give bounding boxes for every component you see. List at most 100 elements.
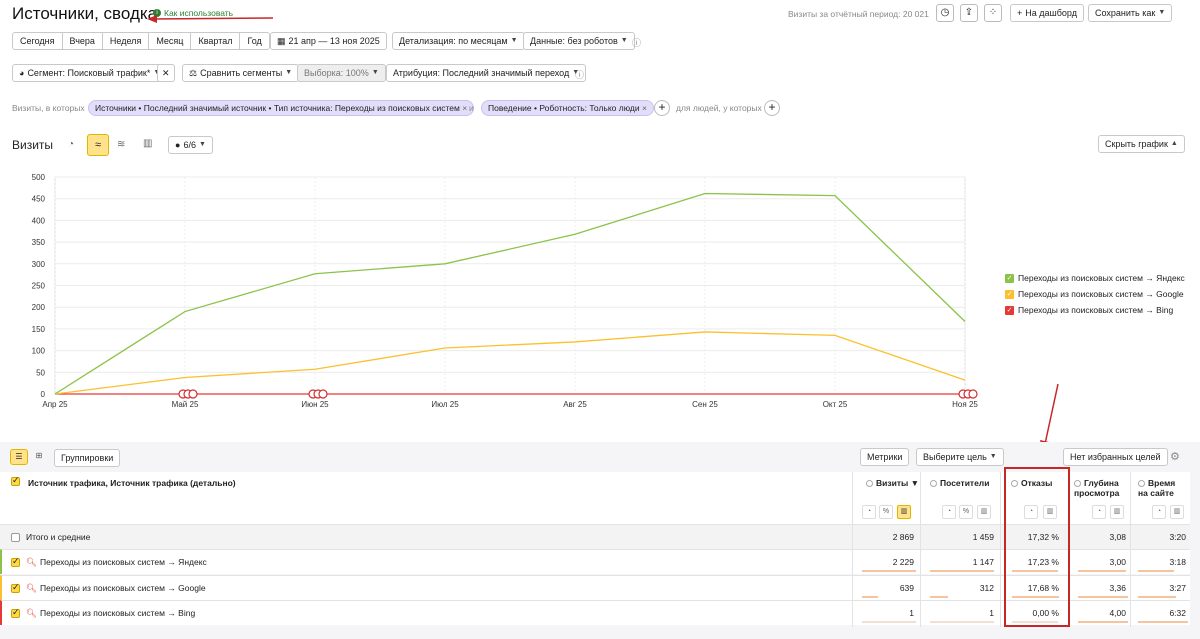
hide-chart-button[interactable]: Скрыть график ▲	[1098, 135, 1185, 153]
checkbox-icon: ✓	[1005, 289, 1014, 299]
col-visits-header[interactable]: Визиты ▼	[866, 478, 919, 488]
depth-bar	[1078, 596, 1128, 598]
favorite-goals-button[interactable]: Нет избранных целей	[1063, 448, 1168, 466]
chart-title: Визиты	[12, 138, 54, 152]
date-range-button[interactable]: ▦ 21 апр — 13 ноя 2025	[270, 32, 387, 50]
export-icon[interactable]: ⇪	[960, 4, 978, 22]
detail-select[interactable]: Детализация: по месяцам ▼	[392, 32, 525, 50]
y-tick-label: 50	[36, 368, 45, 377]
period-year[interactable]: Год	[240, 33, 268, 49]
save-as-button[interactable]: Сохранить как ▼	[1088, 4, 1173, 22]
legend-item-google[interactable]: ✓ Переходы из поисковых систем → Google	[1005, 289, 1184, 299]
chevron-down-icon: ▼	[371, 69, 379, 76]
col-time-header[interactable]: Время на сайте	[1138, 478, 1175, 498]
period-selector: Сегодня Вчера Неделя Месяц Квартал Год	[12, 32, 270, 50]
period-quarter[interactable]: Квартал	[191, 33, 241, 49]
visits-bar-icon[interactable]: ▥	[897, 505, 911, 519]
tree-view-icon[interactable]: ⊞	[30, 449, 48, 465]
dimension-header[interactable]: Источник трафика, Источник трафика (дета…	[28, 478, 236, 488]
chevron-down-icon: ▼	[989, 453, 997, 460]
column-divider	[1000, 472, 1001, 627]
cell-depth: 3,08	[1109, 532, 1126, 542]
add-people-filter-button[interactable]: +	[764, 100, 780, 116]
legend-item-yandex[interactable]: ✓ Переходы из поисковых систем → Яндекс	[1005, 273, 1185, 283]
search-icon: 🔍︎	[26, 583, 37, 593]
metrics-button[interactable]: Метрики	[860, 448, 910, 466]
annotation-marker-icon	[968, 389, 978, 399]
filter-tag-robots[interactable]: Поведение • Роботность: Только люди ×	[481, 100, 654, 116]
visits-period: Визиты за отчётный период: 20 021	[788, 9, 929, 19]
segment-select[interactable]: ◕Сегмент: Поисковый трафик*▼	[12, 64, 168, 82]
filter-and: и	[469, 103, 474, 113]
col-visitors-header[interactable]: Посетители	[930, 478, 989, 488]
row-checkbox[interactable]	[11, 556, 20, 567]
radio-icon	[1074, 480, 1081, 487]
row-checkbox[interactable]	[11, 582, 20, 593]
period-week[interactable]: Неделя	[103, 33, 150, 49]
period-month[interactable]: Месяц	[149, 33, 192, 49]
line-chart-icon[interactable]: ≈	[87, 134, 109, 156]
radio-icon	[866, 480, 873, 487]
add-to-dashboard-button[interactable]: + На дашборд	[1010, 4, 1084, 22]
gear-icon[interactable]: ⚙	[1170, 450, 1180, 463]
choose-goal-select[interactable]: Выберите цель ▼	[916, 448, 1004, 466]
clock-icon[interactable]: ◷	[936, 4, 954, 22]
row-label: Переходы из поисковых систем → Яндекс	[40, 557, 207, 567]
compare-icon: ⚖	[189, 68, 198, 78]
time-bar	[1138, 621, 1188, 623]
share-icon[interactable]: ⁘	[984, 4, 1002, 22]
legend-item-bing[interactable]: ✓ Переходы из поисковых систем → Bing	[1005, 305, 1173, 315]
close-icon[interactable]: ×	[642, 103, 647, 113]
close-icon[interactable]: ×	[462, 103, 467, 113]
highlight-box	[1004, 467, 1070, 627]
visitors-percent-icon[interactable]: %	[959, 505, 973, 519]
compare-segments-button[interactable]: ⚖ Сравнить сегменты ▼	[182, 64, 300, 82]
chevron-down-icon: ▼	[285, 69, 293, 76]
attribution-select[interactable]: Атрибуция: Последний значимый переход ▼	[386, 64, 587, 82]
cell-visitors: 1 459	[972, 532, 994, 542]
data-filter-select[interactable]: Данные: без роботов ▼	[523, 32, 635, 50]
area-chart-icon[interactable]: ≋	[117, 139, 125, 150]
visits-percent-icon[interactable]: %	[879, 505, 893, 519]
chevron-up-icon: ▲	[1170, 140, 1178, 147]
help-icon[interactable]: ⓘ	[632, 36, 641, 49]
segment-clear-button[interactable]: ✕	[157, 64, 175, 82]
select-all-checkbox[interactable]	[11, 475, 20, 486]
visitors-bar-icon[interactable]: ▥	[977, 505, 991, 519]
x-tick-label: Окт 25	[823, 400, 848, 409]
row-checkbox[interactable]	[11, 533, 20, 542]
close-icon: ✕	[162, 68, 170, 78]
cell-time: 3:20	[1169, 532, 1186, 542]
list-view-icon[interactable]: ☰	[10, 449, 28, 465]
y-tick-label: 300	[32, 260, 46, 269]
col-depth-header[interactable]: Глубина просмотра	[1074, 478, 1119, 498]
chevron-down-icon: ▼	[1158, 9, 1166, 16]
bar-chart-icon[interactable]: ▥	[143, 138, 152, 149]
sort-down-icon: ▼	[910, 478, 920, 488]
x-tick-label: Авг 25	[563, 400, 587, 409]
y-tick-label: 200	[32, 303, 46, 312]
x-tick-label: Май 25	[172, 400, 199, 409]
add-filter-button[interactable]: +	[654, 100, 670, 116]
plus-icon: +	[1017, 8, 1023, 18]
visits-pie-icon[interactable]: ◔	[862, 505, 876, 519]
series-count-select[interactable]: ● 6/6 ▼	[168, 136, 213, 154]
groupings-button[interactable]: Группировки	[54, 449, 121, 467]
time-bar-icon[interactable]: ▥	[1170, 505, 1184, 519]
time-pie-icon[interactable]: ◔	[1152, 505, 1166, 519]
visitors-pie-icon[interactable]: ◔	[942, 505, 956, 519]
calendar-icon: ▦	[277, 36, 286, 46]
help-icon[interactable]: ⓘ	[575, 68, 584, 81]
x-tick-label: Апр 25	[42, 400, 68, 409]
period-today[interactable]: Сегодня	[13, 33, 63, 49]
y-tick-label: 250	[32, 282, 46, 291]
depth-pie-icon[interactable]: ◔	[1092, 505, 1106, 519]
period-yesterday[interactable]: Вчера	[63, 33, 103, 49]
row-checkbox[interactable]	[11, 607, 20, 618]
sample-select[interactable]: Выборка: 100% ▼	[297, 64, 386, 82]
annotation-marker-icon	[318, 389, 328, 399]
pie-chart-icon[interactable]: ◔	[68, 139, 74, 150]
y-tick-label: 500	[32, 173, 46, 182]
depth-bar-icon[interactable]: ▥	[1110, 505, 1124, 519]
filter-tag-source[interactable]: Источники • Последний значимый источник …	[88, 100, 475, 116]
